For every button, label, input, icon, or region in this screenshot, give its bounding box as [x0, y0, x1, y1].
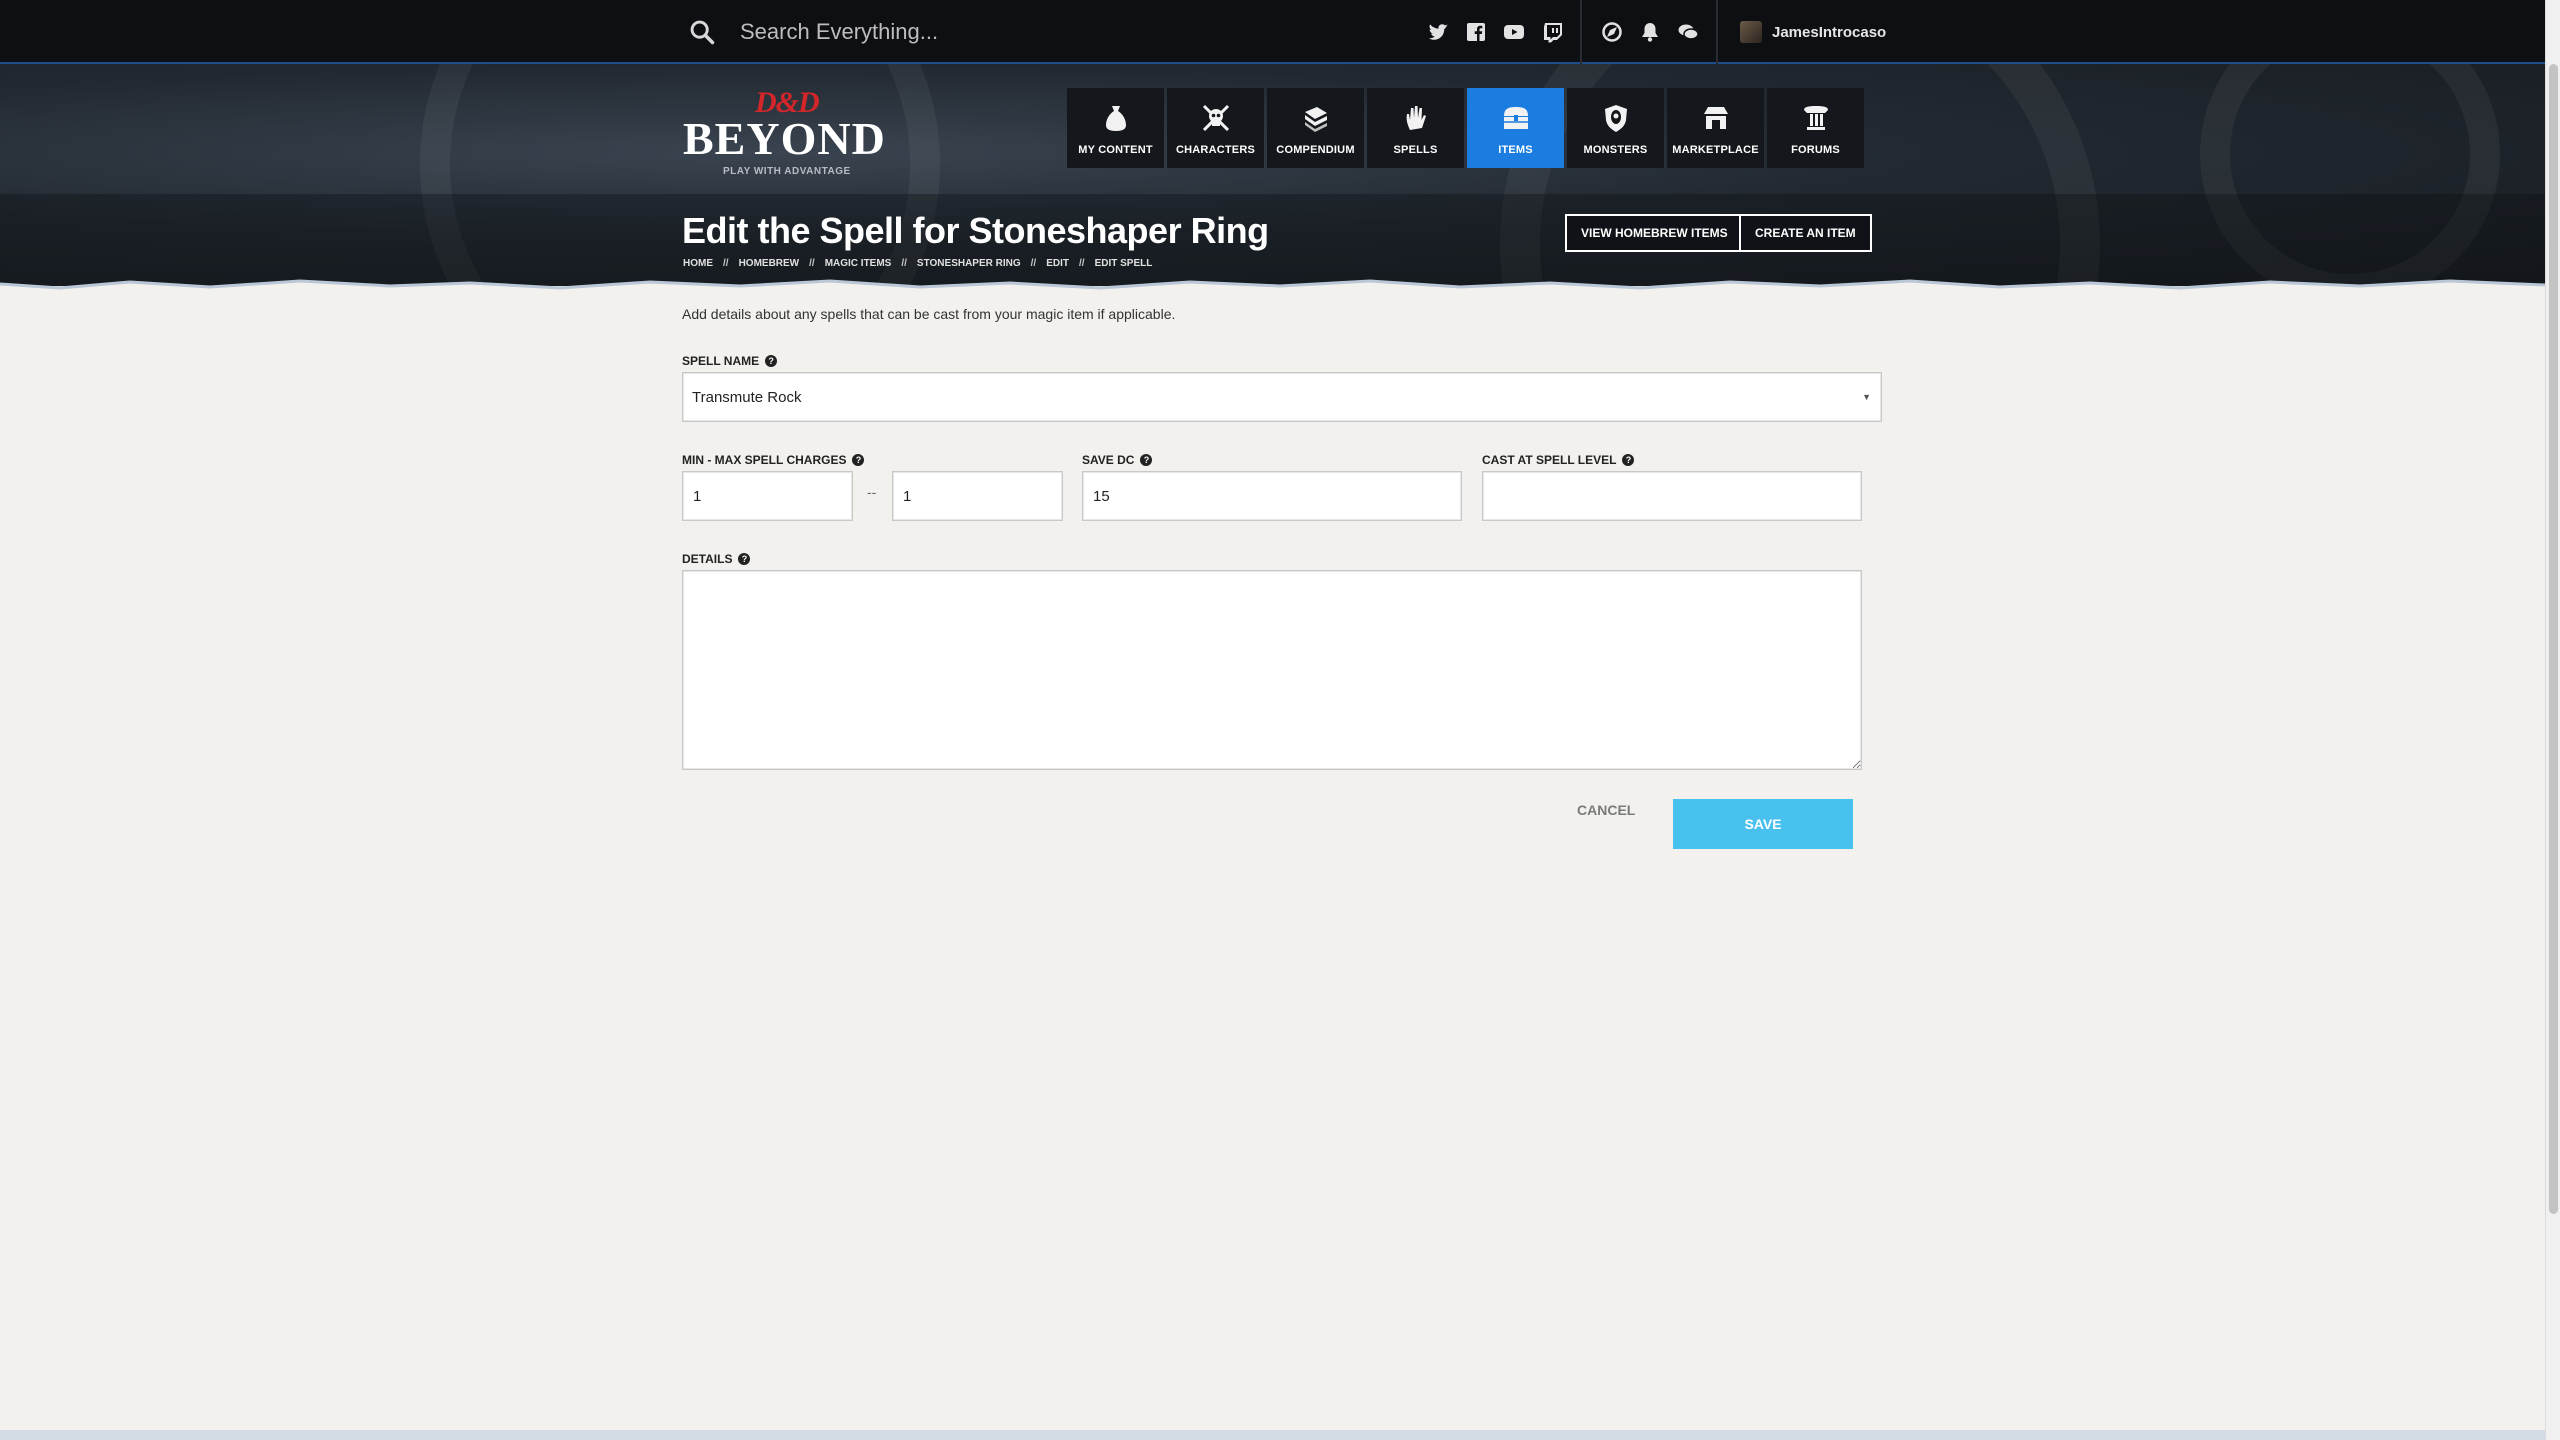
min-charges-input[interactable]	[682, 471, 853, 521]
top-bar: JamesIntrocaso	[0, 0, 2545, 64]
scrollbar[interactable]	[2545, 0, 2560, 1440]
nav-my-content[interactable]: MY CONTENT	[1067, 88, 1164, 168]
twitter-icon[interactable]	[1426, 20, 1450, 44]
breadcrumb: HOME // HOMEBREW // MAGIC ITEMS // STONE…	[683, 258, 1153, 269]
cancel-button[interactable]: CANCEL	[1577, 802, 1635, 818]
cast-level-label: CAST AT SPELL LEVEL ?	[1482, 453, 1635, 467]
youtube-icon[interactable]	[1502, 20, 1526, 44]
nav-characters[interactable]: CHARACTERS	[1167, 88, 1264, 168]
help-icon[interactable]: ?	[852, 454, 865, 466]
breadcrumb-home[interactable]: HOME	[683, 258, 713, 269]
chevron-down-icon: ▼	[1862, 392, 1871, 402]
main-nav: MY CONTENT CHARACTERS COMPENDIUM SPELLS …	[1067, 88, 1864, 168]
hand-spell-icon	[1406, 106, 1426, 130]
user-menu[interactable]: JamesIntrocaso	[1740, 18, 1886, 46]
help-icon[interactable]: ?	[1140, 454, 1153, 466]
search-icon[interactable]	[688, 18, 716, 46]
breadcrumb-magic-items[interactable]: MAGIC ITEMS	[825, 258, 892, 269]
page-title: Edit the Spell for Stoneshaper Ring	[682, 210, 1269, 251]
details-label: DETAILS ?	[682, 552, 751, 566]
torn-paper-edge	[0, 279, 2545, 296]
form-intro: Add details about any spells that can be…	[682, 306, 1176, 322]
chest-icon	[1503, 107, 1528, 129]
avatar	[1740, 21, 1762, 43]
nav-monsters[interactable]: MONSTERS	[1567, 88, 1664, 168]
twitch-icon[interactable]	[1541, 20, 1565, 44]
search-input[interactable]	[740, 14, 1260, 50]
site-header: D&D BEYOND PLAY WITH ADVANTAGE MY CONTEN…	[0, 64, 2545, 286]
footer-edge	[0, 1430, 2545, 1440]
breadcrumb-homebrew[interactable]: HOMEBREW	[739, 258, 800, 269]
pillar-icon	[1803, 106, 1828, 130]
bag-icon	[1105, 106, 1126, 131]
create-an-item-button[interactable]: CREATE AN ITEM	[1739, 214, 1872, 252]
breadcrumb-edit-spell: EDIT SPELL	[1094, 258, 1153, 269]
chat-icon[interactable]	[1676, 20, 1700, 44]
breadcrumb-stoneshaper-ring[interactable]: STONESHAPER RING	[917, 258, 1021, 269]
compass-icon[interactable]	[1600, 20, 1624, 44]
store-icon	[1703, 107, 1728, 129]
facebook-icon[interactable]	[1464, 20, 1488, 44]
nav-items[interactable]: ITEMS	[1467, 88, 1564, 168]
view-homebrew-items-button[interactable]: VIEW HOMEBREW ITEMS	[1565, 214, 1744, 252]
nav-marketplace[interactable]: MARKETPLACE	[1667, 88, 1764, 168]
monster-shield-icon	[1604, 105, 1627, 132]
charges-separator: --	[867, 484, 877, 500]
nav-forums[interactable]: FORUMS	[1767, 88, 1864, 168]
nav-compendium[interactable]: COMPENDIUM	[1267, 88, 1364, 168]
spell-charges-label: MIN - MAX SPELL CHARGES ?	[682, 453, 865, 467]
username: JamesIntrocaso	[1772, 23, 1887, 41]
save-dc-input[interactable]	[1082, 471, 1462, 521]
books-icon	[1304, 107, 1327, 132]
details-textarea[interactable]	[682, 570, 1862, 770]
cast-level-input[interactable]	[1482, 471, 1862, 521]
scrollbar-thumb[interactable]	[2549, 64, 2558, 1214]
topbar-divider	[1580, 0, 1582, 64]
help-icon[interactable]: ?	[738, 553, 751, 565]
breadcrumb-edit[interactable]: EDIT	[1046, 258, 1069, 269]
bell-icon[interactable]	[1638, 20, 1662, 44]
spell-name-select[interactable]: Transmute Rock ▼	[682, 372, 1882, 422]
skull-swords-icon	[1202, 104, 1229, 132]
max-charges-input[interactable]	[892, 471, 1063, 521]
topbar-divider	[1716, 0, 1718, 64]
help-icon[interactable]: ?	[1622, 454, 1635, 466]
save-dc-label: SAVE DC ?	[1082, 453, 1153, 467]
save-button[interactable]: SAVE	[1673, 799, 1853, 849]
nav-spells[interactable]: SPELLS	[1367, 88, 1464, 168]
help-icon[interactable]: ?	[765, 355, 778, 367]
dnd-beyond-logo[interactable]: D&D BEYOND PLAY WITH ADVANTAGE	[683, 86, 888, 186]
spell-name-label: SPELL NAME ?	[682, 354, 778, 368]
